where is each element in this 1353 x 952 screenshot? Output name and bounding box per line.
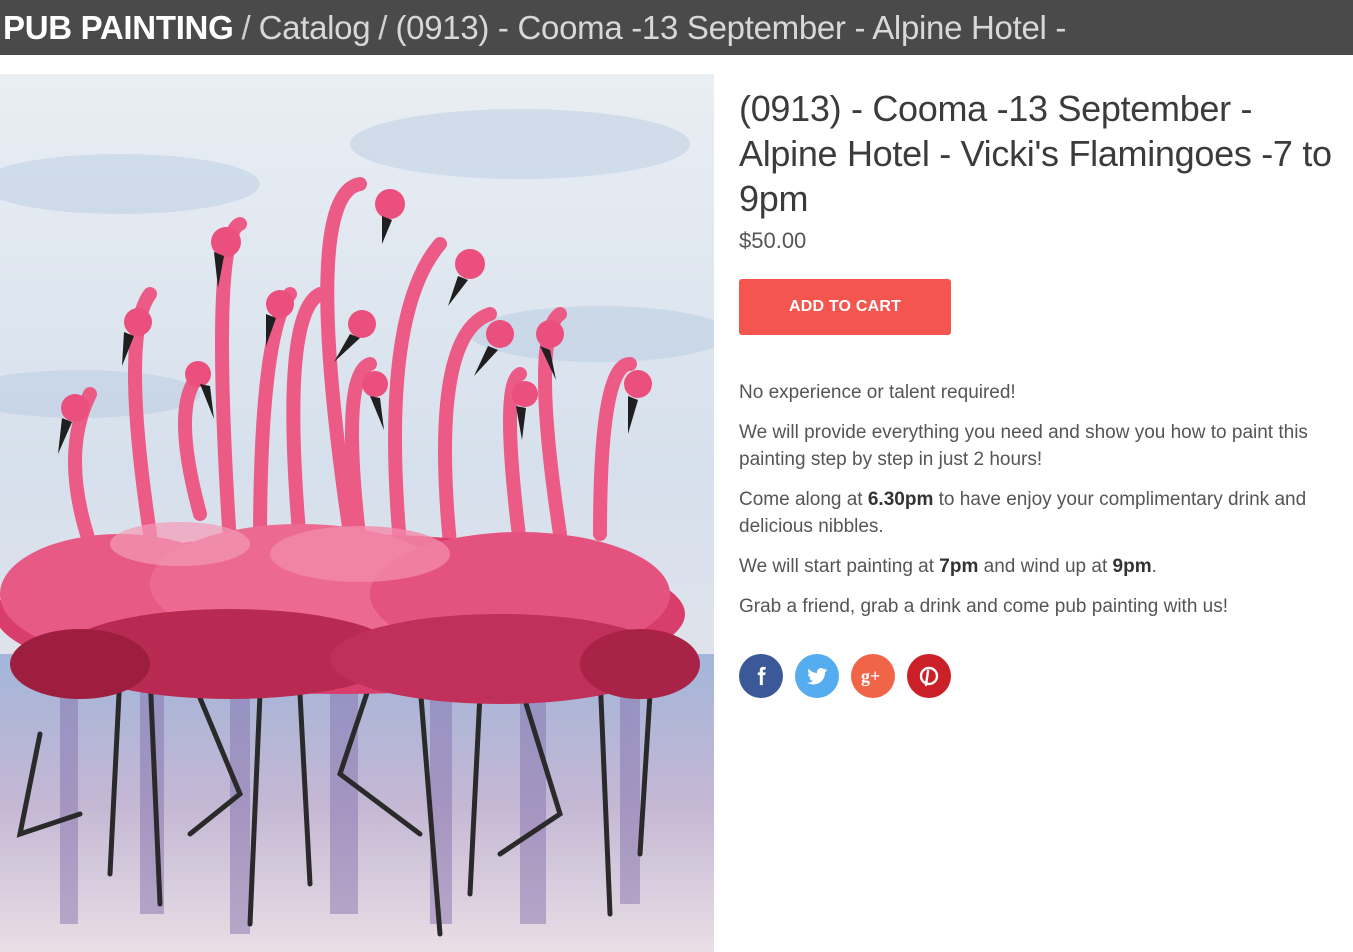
breadcrumb-separator: /: [241, 8, 251, 46]
social-share-bar: g+: [739, 654, 1353, 698]
arrival-time: 6.30pm: [867, 489, 934, 510]
breadcrumb: PUB PAINTING / Catalog / (0913) - Cooma …: [0, 0, 1353, 55]
description-paragraph: No experience or talent required!: [739, 382, 1016, 403]
description-paragraph: Grab a friend, grab a drink and come pub…: [739, 596, 1229, 617]
add-to-cart-button[interactable]: ADD TO CART: [739, 279, 951, 335]
description-paragraph: We will provide everything you need and …: [739, 422, 1308, 470]
google-plus-share-button[interactable]: g+: [851, 654, 895, 698]
google-plus-icon: g+: [861, 666, 880, 686]
description-paragraph: We will start painting at 7pm and wind u…: [739, 553, 1344, 580]
start-time: 7pm: [939, 556, 979, 577]
pinterest-icon: [919, 666, 939, 687]
twitter-share-button[interactable]: [795, 654, 839, 698]
end-time: 9pm: [1112, 556, 1152, 577]
product-details: (0913) - Cooma -13 September - Alpine Ho…: [739, 86, 1353, 698]
svg-text:g+: g+: [861, 666, 880, 686]
product-description: No experience or talent required! We wil…: [739, 379, 1344, 620]
breadcrumb-catalog-link[interactable]: Catalog: [259, 9, 371, 47]
description-text: We will start painting at: [739, 556, 940, 577]
description-paragraph: Come along at 6.30pm to have enjoy your …: [739, 486, 1344, 540]
twitter-icon: [807, 668, 827, 685]
pinterest-share-button[interactable]: [907, 654, 951, 698]
product-price: $50.00: [739, 228, 807, 253]
facebook-icon: [757, 666, 766, 686]
product-title: (0913) - Cooma -13 September - Alpine Ho…: [739, 88, 1332, 219]
breadcrumb-current: (0913) - Cooma -13 September - Alpine Ho…: [395, 8, 1067, 46]
facebook-share-button[interactable]: [739, 654, 783, 698]
breadcrumb-separator: /: [378, 8, 388, 46]
description-text: and wind up at: [978, 556, 1113, 577]
description-text: Come along at: [739, 489, 868, 510]
site-brand-link[interactable]: PUB PAINTING: [3, 9, 234, 47]
description-text: .: [1151, 556, 1157, 577]
product-image: [0, 74, 714, 952]
